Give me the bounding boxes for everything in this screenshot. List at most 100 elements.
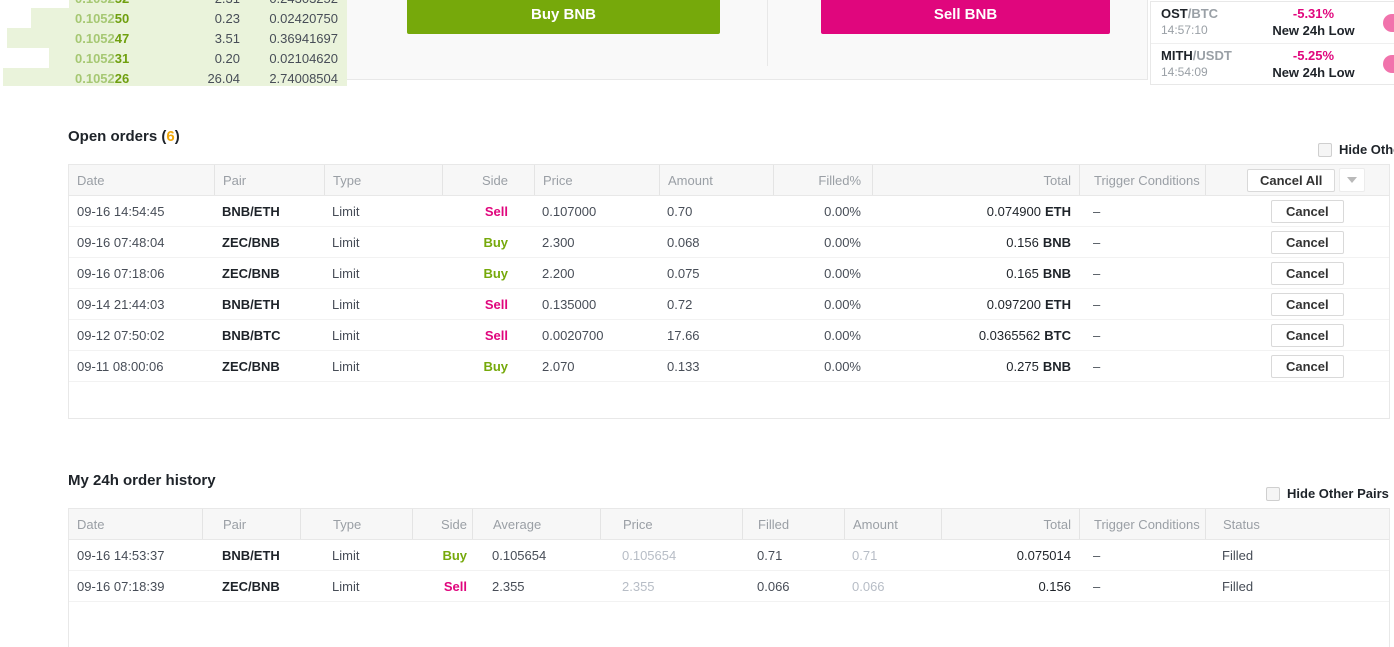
cell-date: 09-14 21:44:03: [77, 296, 165, 312]
cell-filled: 0.00%: [824, 234, 861, 250]
alert-action-pill[interactable]: [1383, 14, 1394, 32]
cell-pair: BNB/ETH: [222, 547, 280, 563]
buy-button[interactable]: Buy BNB: [407, 0, 720, 34]
sell-button[interactable]: Sell BNB: [821, 0, 1110, 34]
cell-average: 0.105654: [492, 547, 547, 563]
cancel-all-button[interactable]: Cancel All: [1247, 168, 1336, 192]
open-orders-title: Open orders (6): [68, 128, 180, 145]
cell-date: 09-16 07:18:39: [77, 578, 165, 594]
open-order-row: 09-14 21:44:03 BNB/ETH Limit Sell 0.1350…: [69, 289, 1389, 320]
alert-change-block: -5.25% New 24h Low: [1241, 48, 1386, 80]
cell-type: Limit: [332, 234, 360, 250]
col-price: Price: [534, 165, 659, 195]
col-pair: Pair: [214, 165, 324, 195]
cell-trigger: –: [1093, 234, 1101, 250]
cancel-order-button[interactable]: Cancel: [1271, 323, 1344, 347]
cell-date: 09-16 07:48:04: [77, 234, 165, 250]
ask-amount: 0.20: [214, 51, 240, 66]
cell-status: Filled: [1222, 547, 1254, 563]
ask-price: 0.105247: [75, 31, 130, 46]
col-trigger-conditions: Trigger Conditions: [1079, 165, 1205, 195]
ask-amount: 2.31: [215, 0, 240, 6]
cell-price: 0.105654: [622, 547, 677, 563]
alert-change-pct: -5.31%: [1292, 6, 1335, 21]
cell-total: 0.156: [1038, 578, 1071, 594]
cancel-order-button[interactable]: Cancel: [1271, 199, 1344, 223]
col-average: Average: [472, 509, 600, 539]
cell-amount: 0.068: [667, 234, 700, 250]
alert-pair-block: OST/BTC 14:57:10: [1161, 6, 1218, 37]
cell-average: 2.355: [492, 578, 525, 594]
cancel-order-button[interactable]: Cancel: [1271, 354, 1344, 378]
order-history-title: My 24h order history: [68, 472, 216, 489]
cell-date: 09-16 07:18:06: [77, 265, 165, 281]
order-book-row[interactable]: 0.105247 3.51 0.36941697: [0, 28, 347, 48]
cell-side: Sell: [443, 578, 467, 594]
alert-pair-block: MITH/USDT 14:54:09: [1161, 48, 1232, 79]
cancel-order-button[interactable]: Cancel: [1271, 261, 1344, 285]
cell-total: 0.097200 ETH: [986, 296, 1071, 312]
ask-total: 0.36941697: [269, 31, 338, 46]
cancel-order-button[interactable]: Cancel: [1271, 292, 1344, 316]
cell-amount: 0.71: [852, 547, 878, 563]
cancel-order-button[interactable]: Cancel: [1271, 230, 1344, 254]
col-type: Type: [300, 509, 412, 539]
open-order-row: 09-16 14:54:45 BNB/ETH Limit Sell 0.1070…: [69, 196, 1389, 227]
col-total: Total: [941, 509, 1079, 539]
history-row: 09-16 07:18:39 ZEC/BNB Limit Sell 2.355 …: [69, 571, 1389, 602]
cell-filled: 0.71: [757, 547, 783, 563]
market-alert-row[interactable]: MITH/USDT 14:54:09 -5.25% New 24h Low: [1151, 43, 1394, 85]
cancel-all-dropdown[interactable]: [1339, 168, 1366, 192]
cell-trigger: –: [1093, 265, 1101, 281]
cell-filled: 0.00%: [824, 265, 861, 281]
col-filled: Filled%: [773, 165, 872, 195]
market-alert-row[interactable]: OST/BTC 14:57:10 -5.31% New 24h Low: [1151, 2, 1394, 43]
alert-action-pill[interactable]: [1383, 55, 1394, 73]
hide-other-pairs-checkbox[interactable]: [1266, 486, 1280, 501]
cell-price: 2.200: [542, 265, 575, 281]
alert-note: New 24h Low: [1272, 65, 1355, 80]
ask-amount: 3.51: [214, 31, 240, 46]
cell-date: 09-12 07:50:02: [77, 327, 165, 343]
alert-pair: OST/BTC: [1161, 6, 1219, 21]
cell-amount: 0.133: [667, 358, 700, 374]
cell-side: Buy: [483, 234, 508, 250]
order-book-row[interactable]: 0.105231 0.20 0.02104620: [0, 48, 347, 68]
col-date: Date: [77, 516, 105, 532]
cell-side: Buy: [442, 547, 467, 563]
ask-price: 0.105231: [75, 51, 130, 66]
ask-total: 0.02420750: [269, 11, 338, 26]
panel-divider: [767, 0, 768, 66]
hide-other-pairs-toggle[interactable]: Hide Other Pairs: [1318, 142, 1394, 157]
order-book-row[interactable]: 0.105250 0.23 0.02420750: [0, 8, 347, 28]
cell-total: 0.075014: [1016, 547, 1071, 563]
cell-price: 2.355: [622, 578, 655, 594]
open-order-row: 09-11 08:00:06 ZEC/BNB Limit Buy 2.070 0…: [69, 351, 1389, 382]
cell-price: 2.070: [542, 358, 575, 374]
exchange-trading-page: 0.105252 2.31 0.24303252 0.105250 0.23 0…: [0, 0, 1394, 647]
cell-type: Limit: [332, 358, 360, 374]
alert-change-block: -5.31% New 24h Low: [1241, 6, 1386, 38]
hide-other-pairs-toggle[interactable]: Hide Other Pairs: [1266, 486, 1389, 501]
alert-change-pct: -5.25%: [1292, 48, 1335, 63]
order-book-row[interactable]: 0.105252 2.31 0.24303252: [0, 0, 347, 8]
alert-time: 14:57:10: [1161, 23, 1208, 37]
ask-amount: 0.23: [214, 11, 240, 26]
order-book-row[interactable]: 0.105226 26.04 2.74008504: [0, 68, 347, 86]
chevron-down-icon: [1347, 177, 1358, 183]
cell-status: Filled: [1222, 578, 1254, 594]
cell-filled: 0.00%: [824, 327, 861, 343]
cell-type: Limit: [332, 296, 360, 312]
cell-actions: Cancel: [1205, 258, 1389, 288]
cell-actions: Cancel: [1205, 227, 1389, 257]
cell-side: Buy: [483, 265, 508, 281]
cell-actions: Cancel: [1205, 320, 1389, 350]
cell-side: Sell: [484, 327, 508, 343]
cell-trigger: –: [1093, 296, 1101, 312]
cell-type: Limit: [332, 203, 360, 219]
hide-other-pairs-checkbox[interactable]: [1318, 142, 1332, 157]
open-orders-count: 6: [166, 128, 175, 145]
cell-filled: 0.00%: [824, 358, 861, 374]
cell-type: Limit: [332, 578, 360, 594]
cell-pair: BNB/BTC: [222, 327, 281, 343]
